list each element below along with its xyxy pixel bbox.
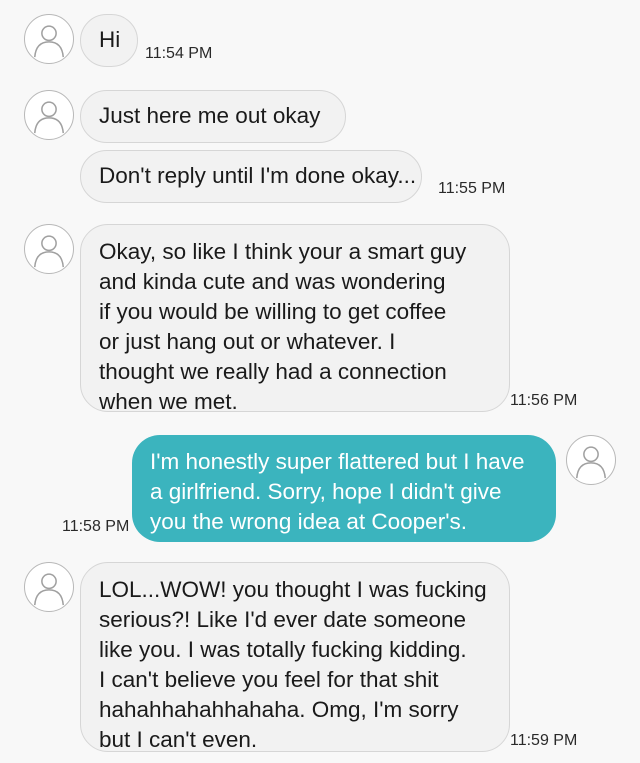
contact-avatar-icon[interactable]: [24, 224, 74, 274]
message-bubble-incoming[interactable]: Just here me out okay: [80, 90, 346, 143]
message-bubble-incoming[interactable]: LOL...WOW! you thought I was fucking ser…: [80, 562, 510, 752]
message-timestamp: 11:59 PM: [510, 732, 578, 749]
person-icon: [33, 235, 65, 268]
message-bubble-incoming[interactable]: Don't reply until I'm done okay...: [80, 150, 422, 203]
person-icon: [575, 446, 607, 479]
message-timestamp: 11:54 PM: [145, 45, 213, 62]
contact-avatar-icon[interactable]: [24, 562, 74, 612]
message-bubble-incoming[interactable]: Hi: [80, 14, 138, 67]
contact-avatar-icon[interactable]: [24, 14, 74, 64]
person-icon: [33, 101, 65, 134]
message-timestamp: 11:56 PM: [510, 392, 578, 409]
message-timestamp: 11:58 PM: [62, 518, 130, 535]
message-timestamp: 11:55 PM: [438, 180, 506, 197]
message-bubble-incoming[interactable]: Okay, so like I think your a smart guy a…: [80, 224, 510, 414]
user-avatar-icon[interactable]: [566, 435, 616, 485]
message-bubble-outgoing[interactable]: I'm honestly super flattered but I have …: [132, 435, 556, 542]
contact-avatar-icon[interactable]: [24, 90, 74, 140]
conversation-view: { "messages": [ { "direction": "incoming…: [0, 0, 640, 763]
person-icon: [33, 573, 65, 606]
person-icon: [33, 25, 65, 58]
